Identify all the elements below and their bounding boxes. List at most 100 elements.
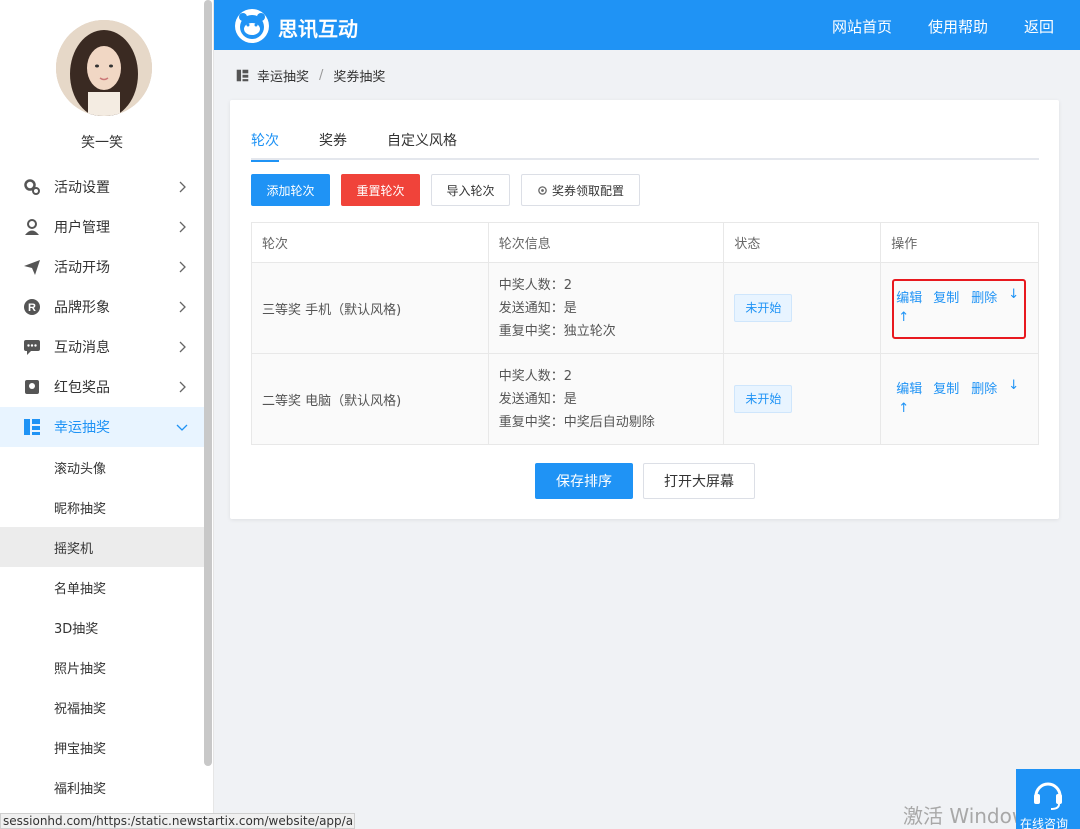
- logo-icon[interactable]: [234, 8, 270, 44]
- sidebar-subitem[interactable]: 名单抽奖: [0, 567, 212, 607]
- table-header: 操作: [880, 222, 1039, 263]
- highlight-box: [892, 279, 1027, 339]
- sidebar-item-label: 品牌形象: [54, 300, 110, 316]
- breadcrumb-current: 奖券抽奖: [333, 70, 386, 85]
- sidebar-subitem[interactable]: 3D抽奖: [0, 607, 212, 647]
- rounds-table: 轮次 轮次信息 状态 操作 三等奖 手机（默认风格) 中奖人数：2 发送通知：是…: [251, 222, 1039, 445]
- chevron-right-icon: [179, 301, 186, 313]
- user-name: 笑一笑: [81, 135, 123, 151]
- sidebar-item-activity-opening[interactable]: 活动开场: [0, 247, 212, 287]
- round-info-line: 重复中奖：独立轮次: [498, 323, 616, 339]
- sidebar-scrollbar[interactable]: [204, 0, 212, 766]
- sidebar-subitem[interactable]: 祝福抽奖: [0, 687, 212, 727]
- round-info: 中奖人数：2 发送通知：是 重复中奖：中奖后自动剔除: [487, 353, 725, 445]
- lottery-icon: [236, 69, 249, 82]
- top-header: 思讯互动 网站首页 使用帮助 返回: [214, 0, 1080, 50]
- tab-coupons[interactable]: 奖券: [319, 130, 347, 160]
- add-round-button[interactable]: 添加轮次: [251, 174, 330, 206]
- sidebar-item-label: 红包奖品: [54, 380, 110, 396]
- round-ops-cell: 编辑 复制 删除 ↓ ↑: [880, 262, 1039, 354]
- round-name: 二等奖 电脑（默认风格): [251, 353, 489, 445]
- sidebar-nav: 活动设置 用户管理 活动开场 R 品牌形象 互动消息 红包奖品 幸运抽奖 滚动头…: [0, 167, 212, 807]
- round-info-line: 中奖人数：2: [498, 368, 572, 384]
- gear-icon: [22, 177, 42, 197]
- sidebar-item-label: 用户管理: [54, 220, 110, 236]
- delete-link[interactable]: 删除: [971, 378, 997, 397]
- table-header: 状态: [723, 222, 882, 263]
- gear-icon: [538, 185, 547, 195]
- sidebar-item-user-management[interactable]: 用户管理: [0, 207, 212, 247]
- table-row: 二等奖 电脑（默认风格) 中奖人数：2 发送通知：是 重复中奖：中奖后自动剔除 …: [251, 353, 1039, 445]
- tab-bar: 轮次 奖券 自定义风格: [251, 130, 1039, 162]
- browser-status-bar: sessionhd.com/https:/static.newstartix.c…: [0, 813, 355, 829]
- config-button-label: 奖券领取配置: [551, 183, 624, 198]
- brand-title: 思讯互动: [278, 17, 358, 41]
- sidebar-item-label: 活动设置: [54, 180, 110, 196]
- coupon-claim-config-button[interactable]: 奖券领取配置: [521, 174, 640, 206]
- chevron-right-icon: [179, 181, 186, 193]
- redpacket-icon: [22, 377, 42, 397]
- round-status-cell: 未开始: [723, 262, 882, 354]
- nav-home-link[interactable]: 网站首页: [832, 16, 892, 37]
- sidebar-item-label: 互动消息: [54, 340, 110, 356]
- sidebar-subitem[interactable]: 照片抽奖: [0, 647, 212, 687]
- svg-text:R: R: [28, 302, 36, 314]
- chevron-right-icon: [179, 381, 186, 393]
- copy-link[interactable]: 复制: [933, 378, 959, 397]
- sidebar-item-label: 活动开场: [54, 260, 110, 276]
- lottery-icon: [22, 417, 42, 437]
- table-header: 轮次信息: [487, 222, 725, 263]
- chevron-down-icon: [176, 424, 188, 431]
- sidebar-item-brand-image[interactable]: R 品牌形象: [0, 287, 212, 327]
- sidebar-item-activity-settings[interactable]: 活动设置: [0, 167, 212, 207]
- sidebar-subitem[interactable]: 滚动头像: [0, 447, 212, 487]
- table-header: 轮次: [251, 222, 489, 263]
- round-info-line: 中奖人数：2: [498, 277, 572, 293]
- status-badge: 未开始: [734, 385, 793, 413]
- sidebar-subitem[interactable]: 押宝抽奖: [0, 727, 212, 767]
- edit-link[interactable]: 编辑: [896, 378, 922, 397]
- round-info: 中奖人数：2 发送通知：是 重复中奖：独立轮次: [487, 262, 725, 354]
- sidebar-item-red-packet-prizes[interactable]: 红包奖品: [0, 367, 212, 407]
- online-consult-button[interactable]: 在线咨询: [1016, 769, 1080, 829]
- open-big-screen-button[interactable]: 打开大屏幕: [643, 463, 755, 499]
- reset-rounds-button[interactable]: 重置轮次: [341, 174, 420, 206]
- move-up-arrow-icon[interactable]: ↑: [898, 401, 909, 416]
- table-header-row: 轮次 轮次信息 状态 操作: [251, 222, 1039, 263]
- tab-rounds[interactable]: 轮次: [251, 130, 279, 162]
- user-icon: [22, 217, 42, 237]
- sidebar-subitem[interactable]: 昵称抽奖: [0, 487, 212, 527]
- chevron-right-icon: [179, 341, 186, 353]
- breadcrumb: 幸运抽奖 / 奖券抽奖: [236, 66, 385, 85]
- registered-icon: R: [22, 297, 42, 317]
- round-info-line: 发送通知：是: [498, 300, 577, 316]
- main-card: 轮次 奖券 自定义风格 添加轮次 重置轮次 导入轮次 奖券领取配置 轮次 轮次信…: [230, 100, 1059, 519]
- chat-icon: [22, 337, 42, 357]
- save-order-button[interactable]: 保存排序: [535, 463, 633, 499]
- round-info-line: 发送通知：是: [498, 391, 577, 407]
- round-name: 三等奖 手机（默认风格): [251, 262, 489, 354]
- avatar[interactable]: [56, 20, 152, 116]
- breadcrumb-parent[interactable]: 幸运抽奖: [257, 66, 309, 85]
- status-badge: 未开始: [734, 294, 793, 322]
- round-info-line: 重复中奖：中奖后自动剔除: [498, 414, 655, 430]
- breadcrumb-separator: /: [319, 68, 324, 83]
- sidebar-subitem-selected[interactable]: 摇奖机: [0, 527, 212, 567]
- sidebar-item-label: 幸运抽奖: [54, 420, 110, 436]
- headset-icon: [1034, 782, 1062, 810]
- sidebar-subitem[interactable]: 福利抽奖: [0, 767, 212, 807]
- nav-back-link[interactable]: 返回: [1024, 16, 1054, 37]
- tab-custom-style[interactable]: 自定义风格: [387, 130, 457, 160]
- table-row: 三等奖 手机（默认风格) 中奖人数：2 发送通知：是 重复中奖：独立轮次 未开始…: [251, 262, 1039, 354]
- chevron-right-icon: [179, 221, 186, 233]
- move-down-arrow-icon[interactable]: ↓: [1008, 378, 1019, 393]
- sidebar-item-interactive-messages[interactable]: 互动消息: [0, 327, 212, 367]
- sidebar-item-lucky-draw[interactable]: 幸运抽奖: [0, 407, 212, 447]
- sidebar: 笑一笑 活动设置 用户管理 活动开场 R 品牌形象 互动消息 红包奖品 幸运抽奖…: [0, 0, 214, 829]
- nav-help-link[interactable]: 使用帮助: [928, 16, 988, 37]
- online-consult-label: 在线咨询: [1020, 817, 1069, 829]
- round-ops-cell: 编辑 复制 删除 ↓ ↑: [880, 353, 1039, 445]
- send-icon: [22, 257, 42, 277]
- import-rounds-button[interactable]: 导入轮次: [431, 174, 510, 206]
- round-status-cell: 未开始: [723, 353, 882, 445]
